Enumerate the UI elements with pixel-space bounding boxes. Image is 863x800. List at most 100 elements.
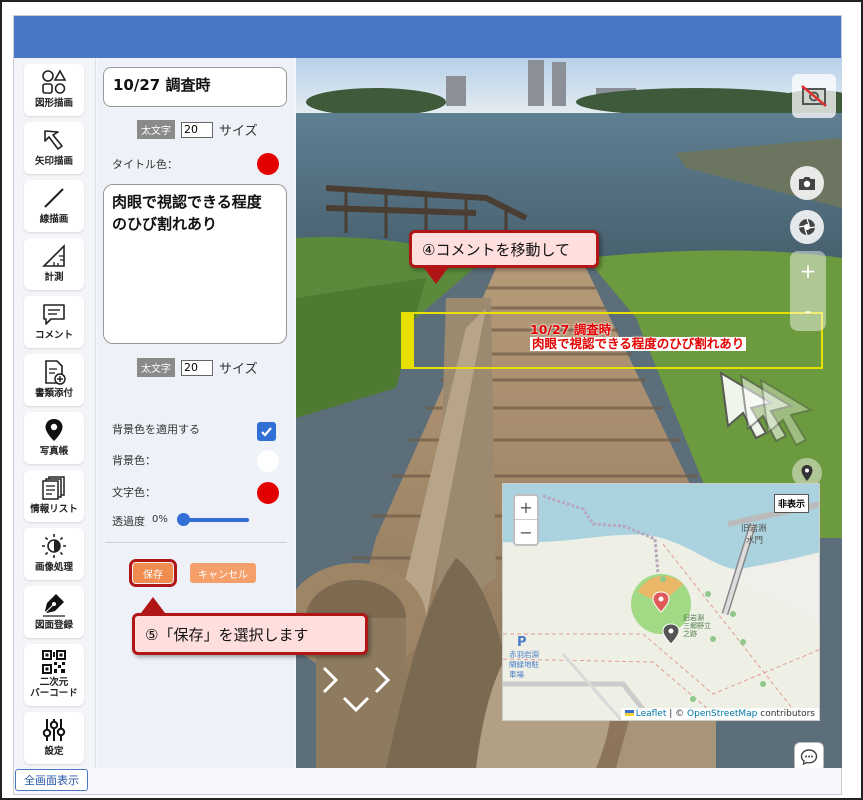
header-bar <box>14 16 841 58</box>
map-label-parking: 赤羽岩淵 閘緑地駐 車場 <box>509 650 539 680</box>
aperture-icon <box>798 218 816 236</box>
tool-document-attach[interactable]: 書類添付 <box>24 354 84 406</box>
bg-color-swatch[interactable] <box>257 450 279 472</box>
leaflet-link[interactable]: Leaflet <box>636 709 667 719</box>
opacity-slider-handle[interactable] <box>177 513 190 526</box>
viewer-zoom-in-button[interactable]: + <box>790 251 826 291</box>
attribution-contributors: contributors <box>757 709 815 719</box>
comment-text-line1: 肉眼で視認できる程度 <box>112 193 262 211</box>
map-zoom-control: + − <box>513 494 539 546</box>
mini-map[interactable]: P 旧岩淵 水門 旧岩淵 三郷野立 之跡 赤羽岩淵 閘緑地駐 車場 + − 非表… <box>502 483 820 721</box>
tool-qr-code[interactable]: 二次元 バーコード <box>24 644 84 706</box>
opacity-label: 透過度 <box>112 515 145 528</box>
tool-info-list[interactable]: 情報リスト <box>24 470 84 522</box>
map-pin-icon <box>801 465 813 481</box>
svg-text:P: P <box>517 635 527 650</box>
callout-move-comment: ④コメントを移動して <box>409 230 599 284</box>
comment-title-input[interactable]: 10/27 調査時 <box>103 67 287 107</box>
title-color-swatch[interactable] <box>257 153 279 175</box>
comment-bold-toggle[interactable]: 太文字 <box>137 358 175 377</box>
tool-shape-label: 図形描画 <box>34 98 73 109</box>
map-label-parking-line1: 赤羽岩淵 <box>509 650 539 659</box>
title-size-label: サイズ <box>219 124 258 139</box>
tool-image-processing[interactable]: 画像処理 <box>24 528 84 580</box>
callout-tail <box>424 268 448 284</box>
comment-overlay[interactable]: 10/27 調査時 肉眼で視認できる程度のひび割れあり <box>530 322 747 351</box>
chat-bubble-icon <box>800 749 818 766</box>
tool-arrow[interactable]: 矢印描画 <box>24 122 84 174</box>
tool-photo-book[interactable]: 写真帳 <box>24 412 84 464</box>
title-size-input[interactable]: 20 <box>181 121 213 138</box>
map-label-shrine-line2: 三郷野立 <box>683 622 711 630</box>
tool-photo-book-label: 写真帳 <box>39 446 69 457</box>
document-attach-icon <box>45 360 66 385</box>
tool-measure[interactable]: 計測 <box>24 238 84 290</box>
comment-size-row: 太文字 20 サイズ <box>137 358 258 377</box>
qr-code-icon <box>42 650 66 674</box>
map-attribution: Leaflet | © OpenStreetMap contributors <box>620 708 819 720</box>
brightness-icon <box>42 534 66 558</box>
title-bold-toggle[interactable]: 太文字 <box>137 120 175 139</box>
chat-button[interactable] <box>794 742 824 768</box>
comment-icon <box>43 304 65 325</box>
comment-size-input[interactable]: 20 <box>181 359 213 376</box>
capture-button[interactable] <box>790 166 824 200</box>
cancel-button[interactable]: キャンセル <box>190 563 256 583</box>
tool-info-list-label: 情報リスト <box>30 504 78 515</box>
map-label-shrine-line1: 旧岩淵 <box>683 614 704 622</box>
osm-link[interactable]: OpenStreetMap <box>687 709 757 719</box>
shapes-icon <box>42 69 67 94</box>
text-color-swatch[interactable] <box>257 482 279 504</box>
panel-divider <box>105 542 287 543</box>
camera-icon <box>799 177 815 190</box>
map-hide-button[interactable]: 非表示 <box>773 494 809 513</box>
map-zoom-out-button[interactable]: − <box>515 520 537 544</box>
text-color-label: 文字色： <box>112 486 156 499</box>
shutter-button[interactable] <box>790 210 824 244</box>
fullscreen-button[interactable]: 全画面表示 <box>15 769 88 791</box>
tool-shape[interactable]: 図形描画 <box>24 64 84 116</box>
tool-measure-label: 計測 <box>44 272 64 283</box>
map-zoom-in-button[interactable]: + <box>515 496 537 520</box>
map-label-parking-line2: 閘緑地駐 <box>509 660 539 669</box>
no-image-icon <box>801 85 827 107</box>
viewer-zoom-control: + - <box>790 251 826 331</box>
opacity-slider-track[interactable] <box>181 518 249 522</box>
screenshot-frame: 図形描画 矢印描画 線描画 計測 コメント 書類添付 写真帳 情報リスト 画像処… <box>0 0 863 800</box>
line-icon <box>44 188 64 208</box>
comment-text-input[interactable]: 肉眼で視認できる程度 のひび割れあり <box>103 184 287 344</box>
list-icon <box>42 476 65 500</box>
comment-size-label: サイズ <box>219 362 258 377</box>
map-label-shrine: 旧岩淵 三郷野立 之跡 <box>683 614 711 638</box>
tool-comment[interactable]: コメント <box>24 296 84 348</box>
callout-select-save: ⑤「保存」を選択します <box>132 597 368 655</box>
panorama-viewer[interactable]: 10/27 調査時 肉眼で視認できる程度のひび割れあり + - P 旧岩淵 水門… <box>296 58 842 768</box>
comment-settings-panel: 10/27 調査時 太文字 20 サイズ タイトル色： 肉眼で視認できる程度 の… <box>97 58 295 768</box>
app-window: 図形描画 矢印描画 線描画 計測 コメント 書類添付 写真帳 情報リスト 画像処… <box>13 15 842 795</box>
tool-line-label: 線描画 <box>39 214 69 225</box>
title-size-row: 太文字 20 サイズ <box>137 120 258 139</box>
tool-drawing-register[interactable]: 図面登録 <box>24 586 84 638</box>
map-label-shrine-line3: 之跡 <box>683 630 697 638</box>
opacity-value: 0% <box>152 514 168 525</box>
hide-photo-button[interactable] <box>792 74 836 118</box>
tool-drawing-register-label: 図面登録 <box>34 620 73 631</box>
viewer-zoom-out-button[interactable]: - <box>790 291 826 331</box>
save-button[interactable]: 保存 <box>129 559 177 587</box>
comment-text-line2: のひび割れあり <box>112 215 218 233</box>
pen-icon <box>43 594 65 617</box>
comment-overlay-body: 肉眼で視認できる程度のひび割れあり <box>530 336 747 351</box>
map-tiles: P <box>503 484 819 720</box>
tool-arrow-label: 矢印描画 <box>34 156 73 167</box>
tool-settings[interactable]: 設定 <box>24 712 84 764</box>
apply-bg-checkbox[interactable] <box>257 422 276 441</box>
title-color-label: タイトル色： <box>112 158 178 171</box>
attribution-separator: | © <box>666 709 688 719</box>
comment-overlay-title: 10/27 調査時 <box>530 322 612 337</box>
map-label-kyu-iwabuchi: 旧岩淵 <box>741 524 767 534</box>
callout-move-comment-text: ④コメントを移動して <box>422 240 570 259</box>
tool-line[interactable]: 線描画 <box>24 180 84 232</box>
sliders-icon <box>42 719 66 741</box>
ruler-icon <box>42 244 65 267</box>
tool-qr-code-label: 二次元 バーコード <box>30 677 78 699</box>
